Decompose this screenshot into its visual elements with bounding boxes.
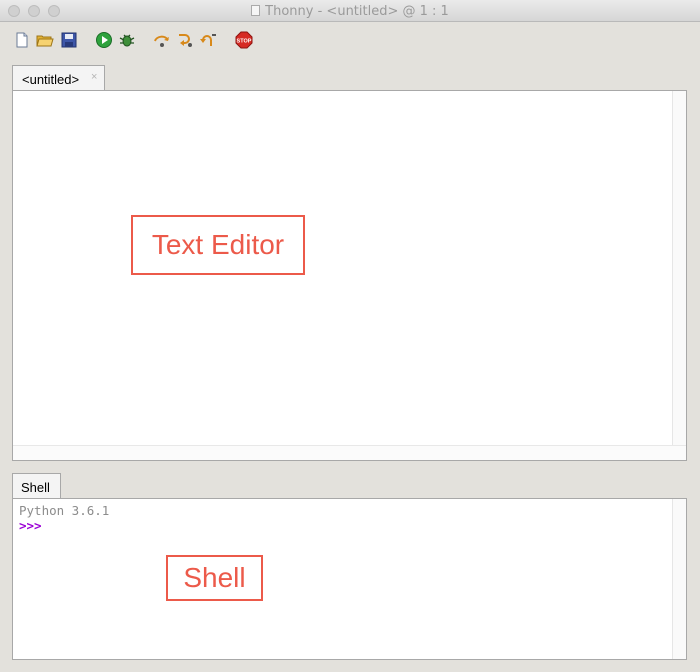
- step-over-button[interactable]: [153, 31, 171, 49]
- stop-label: STOP: [237, 39, 252, 45]
- step-out-button[interactable]: [199, 31, 217, 49]
- editor-horizontal-scrollbar[interactable]: [13, 445, 686, 460]
- save-button[interactable]: [60, 31, 78, 49]
- tab-label: Shell: [21, 480, 50, 495]
- step-into-icon: [179, 34, 192, 47]
- debug-button[interactable]: [118, 31, 136, 49]
- new-file-button[interactable]: [13, 31, 31, 49]
- text-editor-annotation: Text Editor: [131, 215, 305, 275]
- tab-label: <untitled>: [22, 72, 80, 87]
- tab-close-icon[interactable]: ×: [91, 71, 97, 83]
- text-editor[interactable]: [12, 90, 687, 461]
- save-icon: [61, 32, 77, 48]
- tab-shell[interactable]: Shell: [12, 473, 61, 499]
- new-file-icon: [16, 32, 28, 48]
- open-file-button[interactable]: [36, 31, 54, 49]
- toolbar: STOP: [0, 22, 700, 60]
- debug-icon: [119, 34, 135, 47]
- title-bar: Thonny - <untitled> @ 1 : 1: [0, 0, 700, 22]
- window-title-area: Thonny - <untitled> @ 1 : 1: [0, 4, 700, 19]
- window-title: Thonny - <untitled> @ 1 : 1: [265, 4, 449, 19]
- step-into-button[interactable]: [176, 31, 194, 49]
- shell-annotation: Shell: [166, 555, 263, 601]
- shell-vertical-scrollbar[interactable]: [672, 499, 686, 659]
- document-icon: [251, 5, 261, 16]
- shell-panel[interactable]: Python 3.6.1 >>>: [12, 498, 687, 660]
- run-icon: [96, 32, 112, 48]
- run-button[interactable]: [95, 31, 113, 49]
- step-over-icon: [154, 35, 169, 47]
- editor-vertical-scrollbar[interactable]: [672, 91, 686, 446]
- stop-icon: STOP: [235, 31, 253, 49]
- shell-prompt: >>>: [19, 518, 42, 533]
- python-version-banner: Python 3.6.1: [19, 503, 110, 518]
- stop-button[interactable]: STOP: [235, 31, 253, 49]
- open-folder-icon: [36, 35, 54, 47]
- step-out-icon: [200, 34, 216, 46]
- tab-untitled[interactable]: <untitled> ×: [12, 65, 105, 91]
